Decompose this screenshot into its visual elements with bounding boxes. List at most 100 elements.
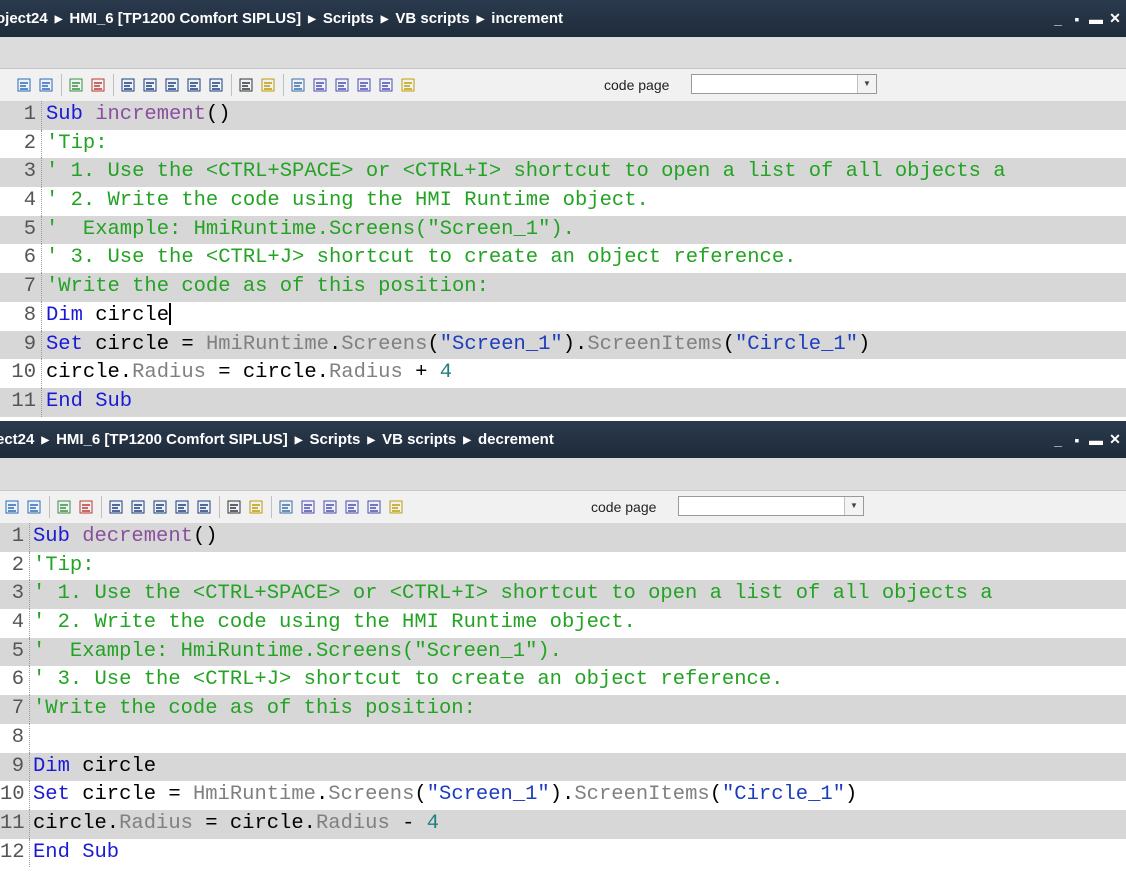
bookmark-previous-icon[interactable] — [142, 77, 158, 93]
code-area[interactable]: 1 Sub decrement() 2 'Tip: 3 ' 1. Use the <CTR… — [0, 523, 1126, 868]
code-page-select[interactable]: ▼ — [678, 496, 864, 516]
breadcrumb-script-name[interactable]: decrement — [478, 421, 554, 458]
close-icon[interactable]: ✕ — [1108, 10, 1122, 27]
code-text[interactable]: circle.Radius = circle.Radius + 4 — [46, 359, 452, 388]
code-text[interactable]: ' 3. Use the <CTRL+J> shortcut to create… — [33, 666, 783, 695]
code-line[interactable]: 9 Set circle = HmiRuntime.Screens("Screen… — [0, 330, 1126, 360]
script-check-icon[interactable] — [312, 77, 328, 93]
comment-icon[interactable] — [68, 77, 84, 93]
define-icon[interactable] — [248, 499, 264, 515]
code-line[interactable]: 9 Dim circle — [0, 752, 1126, 782]
code-text[interactable]: Set circle = HmiRuntime.Screens("Screen_… — [33, 781, 857, 810]
bookmark-next-icon[interactable] — [152, 499, 168, 515]
restore-icon[interactable]: ▪ — [1070, 432, 1084, 448]
code-text[interactable]: 'Tip: — [33, 552, 95, 581]
object-list-icon[interactable] — [278, 499, 294, 515]
syntax-check-icon[interactable] — [238, 77, 254, 93]
breadcrumb-scripts[interactable]: Scripts — [310, 421, 361, 458]
indent-icon[interactable] — [4, 499, 20, 515]
breadcrumb-script-name[interactable]: increment — [491, 0, 563, 37]
bookmark-previous-icon[interactable] — [130, 499, 146, 515]
comment-icon[interactable] — [56, 499, 72, 515]
bookmark-toggle-icon[interactable] — [120, 77, 136, 93]
code-line[interactable]: 5 ' Example: HmiRuntime.Screens("Screen_1… — [0, 637, 1126, 667]
maximize-icon[interactable]: ▬ — [1089, 432, 1103, 448]
close-icon[interactable]: ✕ — [1108, 431, 1122, 448]
code-text[interactable]: 'Write the code as of this position: — [46, 273, 489, 302]
code-text[interactable]: Dim circle — [33, 753, 156, 782]
breadcrumb-vb-scripts[interactable]: VB scripts — [395, 0, 469, 37]
code-line[interactable]: 4 ' 2. Write the code using the HMI Runti… — [0, 187, 1126, 216]
code-line[interactable]: 11 circle.Radius = circle.Radius - 4 — [0, 809, 1126, 839]
syntax-check-icon[interactable] — [226, 499, 242, 515]
script-copy-icon[interactable] — [366, 499, 382, 515]
bookmark-clear-icon[interactable] — [174, 499, 190, 515]
outdent-icon[interactable] — [26, 499, 42, 515]
code-line[interactable]: 12 End Sub — [0, 838, 1126, 868]
breadcrumb-device[interactable]: HMI_6 [TP1200 Comfort SIPLUS] — [56, 421, 288, 458]
uncomment-icon[interactable] — [78, 499, 94, 515]
code-text[interactable]: Set circle = HmiRuntime.Screens("Screen_… — [46, 331, 870, 360]
code-text[interactable]: ' 3. Use the <CTRL+J> shortcut to create… — [46, 244, 796, 273]
restore-icon[interactable]: ▪ — [1070, 11, 1084, 27]
script-copy-icon[interactable] — [378, 77, 394, 93]
script-highlight-icon[interactable] — [388, 499, 404, 515]
define-icon[interactable] — [260, 77, 276, 93]
code-line[interactable]: 3 ' 1. Use the <CTRL+SPACE> or <CTRL+I> s… — [0, 158, 1126, 188]
breadcrumb-scripts[interactable]: Scripts — [323, 0, 374, 37]
code-text[interactable]: circle.Radius = circle.Radius - 4 — [33, 810, 439, 839]
code-line[interactable]: 2 'Tip: — [0, 129, 1126, 159]
minimize-icon[interactable]: _ — [1051, 11, 1065, 27]
code-text[interactable]: ' 1. Use the <CTRL+SPACE> or <CTRL+I> sh… — [33, 580, 993, 609]
outdent-icon[interactable] — [38, 77, 54, 93]
chevron-down-icon[interactable]: ▼ — [857, 75, 876, 93]
code-line[interactable]: 8 — [0, 723, 1126, 753]
minimize-icon[interactable]: _ — [1051, 432, 1065, 448]
script-check-icon[interactable] — [300, 499, 316, 515]
code-text[interactable]: 'Write the code as of this position: — [33, 695, 476, 724]
code-line[interactable]: 10 Set circle = HmiRuntime.Screens("Scree… — [0, 781, 1126, 810]
code-text[interactable]: End Sub — [46, 388, 132, 417]
code-line[interactable]: 6 ' 3. Use the <CTRL+J> shortcut to creat… — [0, 666, 1126, 696]
uncomment-icon[interactable] — [90, 77, 106, 93]
code-line[interactable]: 5 ' Example: HmiRuntime.Screens("Screen_1… — [0, 215, 1126, 245]
bookmark-next-icon[interactable] — [164, 77, 180, 93]
code-text[interactable]: ' 2. Write the code using the HMI Runtim… — [46, 187, 649, 216]
script-run-icon[interactable] — [344, 499, 360, 515]
script-compile-icon[interactable] — [334, 77, 350, 93]
code-line[interactable]: 10 circle.Radius = circle.Radius + 4 — [0, 359, 1126, 388]
indent-icon[interactable] — [16, 77, 32, 93]
code-text[interactable]: Dim circle — [46, 302, 171, 331]
script-highlight-icon[interactable] — [400, 77, 416, 93]
chevron-down-icon[interactable]: ▼ — [844, 497, 863, 515]
code-area[interactable]: 1 Sub increment() 2 'Tip: 3 ' 1. Use the <CTR… — [0, 101, 1126, 417]
code-line[interactable]: 7 'Write the code as of this position: — [0, 695, 1126, 724]
code-text[interactable]: Sub increment() — [46, 101, 231, 130]
breadcrumb-project[interactable]: oject24 — [0, 0, 48, 37]
code-line[interactable]: 7 'Write the code as of this position: — [0, 273, 1126, 302]
code-text[interactable]: ' 1. Use the <CTRL+SPACE> or <CTRL+I> sh… — [46, 158, 1006, 187]
code-text[interactable]: ' Example: HmiRuntime.Screens("Screen_1"… — [46, 216, 575, 245]
code-text[interactable]: ' 2. Write the code using the HMI Runtim… — [33, 609, 636, 638]
bookmark-clear-icon[interactable] — [186, 77, 202, 93]
code-line[interactable]: 11 End Sub — [0, 387, 1126, 417]
code-text[interactable]: ' Example: HmiRuntime.Screens("Screen_1"… — [33, 638, 562, 667]
code-line[interactable]: 2 'Tip: — [0, 551, 1126, 581]
code-line[interactable]: 1 Sub decrement() — [0, 523, 1126, 552]
script-run-icon[interactable] — [356, 77, 372, 93]
breadcrumb-device[interactable]: HMI_6 [TP1200 Comfort SIPLUS] — [69, 0, 301, 37]
code-text[interactable]: 'Tip: — [46, 130, 108, 159]
code-text[interactable]: Sub decrement() — [33, 523, 218, 552]
script-compile-icon[interactable] — [322, 499, 338, 515]
maximize-icon[interactable]: ▬ — [1089, 11, 1103, 27]
code-line[interactable]: 1 Sub increment() — [0, 101, 1126, 130]
code-text[interactable]: End Sub — [33, 839, 119, 868]
goto-line-icon[interactable] — [196, 499, 212, 515]
code-line[interactable]: 4 ' 2. Write the code using the HMI Runti… — [0, 609, 1126, 638]
object-list-icon[interactable] — [290, 77, 306, 93]
code-line[interactable]: 6 ' 3. Use the <CTRL+J> shortcut to creat… — [0, 244, 1126, 274]
code-line[interactable]: 3 ' 1. Use the <CTRL+SPACE> or <CTRL+I> s… — [0, 580, 1126, 610]
goto-line-icon[interactable] — [208, 77, 224, 93]
breadcrumb-project[interactable]: ect24 — [0, 421, 34, 458]
code-line[interactable]: 8 Dim circle — [0, 301, 1126, 331]
